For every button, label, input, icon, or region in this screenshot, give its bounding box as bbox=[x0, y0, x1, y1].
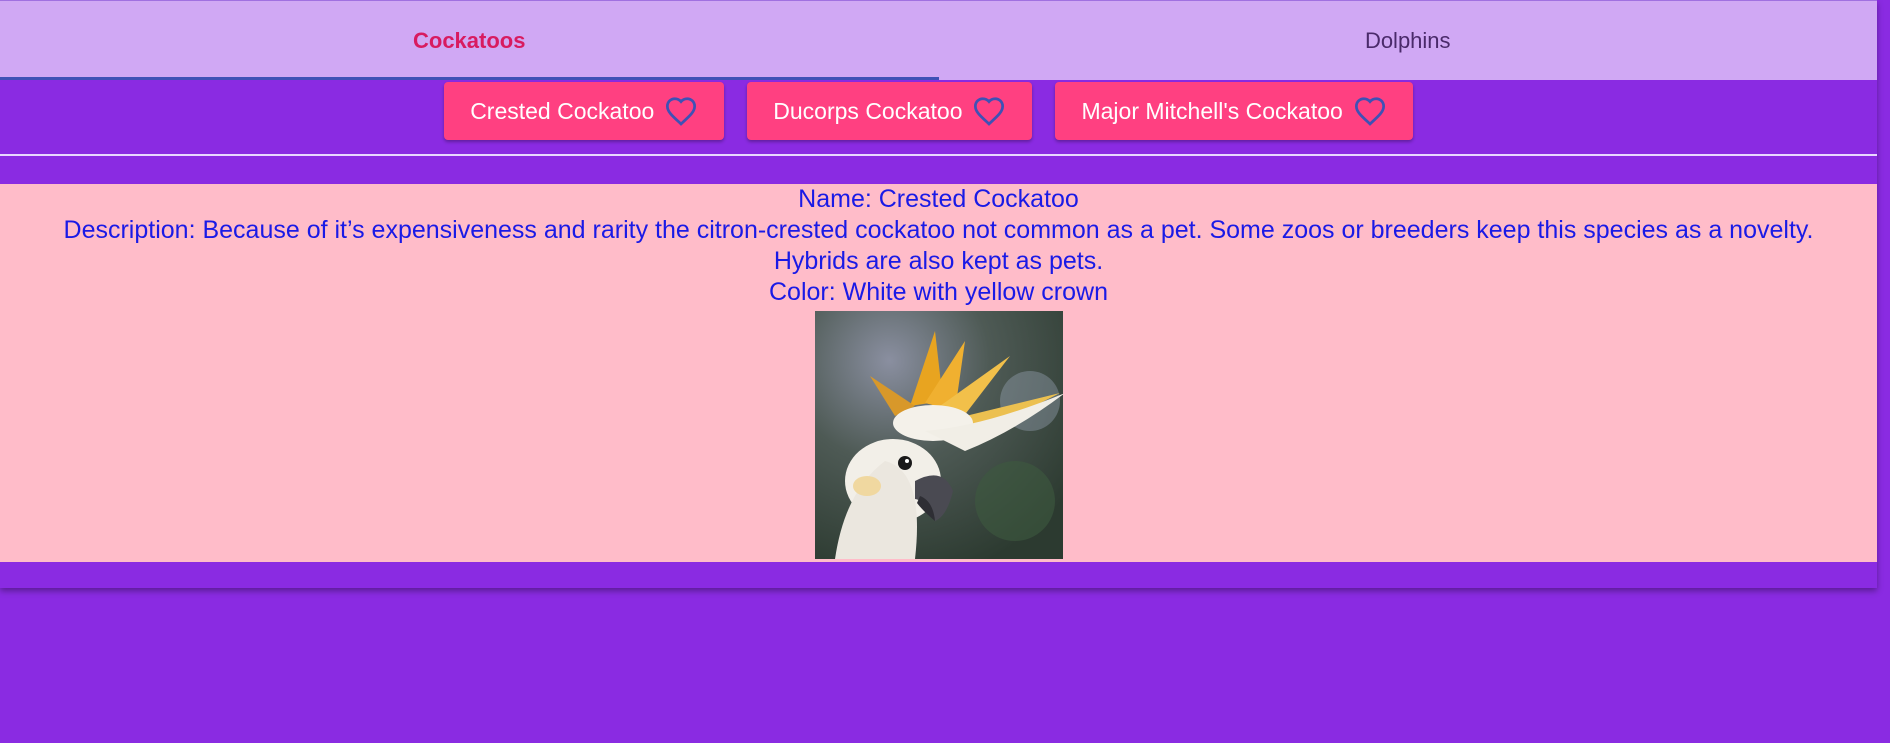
species-description: Description: Because of it’s expensivene… bbox=[63, 216, 1814, 244]
chip-label: Crested Cockatoo bbox=[470, 97, 655, 124]
species-color: Color: White with yellow crown bbox=[769, 278, 1108, 306]
chip-crested-cockatoo[interactable]: Crested Cockatoo bbox=[444, 82, 725, 140]
species-detail-panel: Name: Crested Cockatoo Description: Beca… bbox=[0, 184, 1877, 562]
tab-label: Dolphins bbox=[1364, 27, 1451, 53]
chip-ducorps-cockatoo[interactable]: Ducorps Cockatoo bbox=[747, 82, 1033, 140]
tab-label: Cockatoos bbox=[413, 27, 526, 53]
tab-cockatoos[interactable]: Cockatoos bbox=[0, 1, 939, 80]
cockatoo-image bbox=[814, 311, 1063, 559]
chip-major-mitchells-cockatoo[interactable]: Major Mitchell's Cockatoo bbox=[1055, 82, 1413, 140]
species-chip-list: Crested Cockatoo Ducorps Cockatoo Major … bbox=[0, 82, 1877, 140]
species-name: Name: Crested Cockatoo bbox=[798, 185, 1079, 213]
tab-bar: Cockatoos Dolphins bbox=[0, 0, 1877, 80]
heart-outline-icon[interactable] bbox=[972, 96, 1006, 126]
cockatoo-photo bbox=[814, 311, 1063, 559]
species-description-cont: Hybrids are also kept as pets. bbox=[773, 247, 1104, 275]
chip-label: Ducorps Cockatoo bbox=[773, 97, 963, 124]
divider bbox=[0, 154, 1877, 156]
tab-dolphins[interactable]: Dolphins bbox=[939, 1, 1878, 80]
heart-outline-icon[interactable] bbox=[664, 96, 698, 126]
heart-outline-icon[interactable] bbox=[1353, 96, 1387, 126]
content-card: Cockatoos Dolphins Crested Cockatoo Duco… bbox=[0, 0, 1877, 588]
chip-label: Major Mitchell's Cockatoo bbox=[1081, 97, 1343, 124]
